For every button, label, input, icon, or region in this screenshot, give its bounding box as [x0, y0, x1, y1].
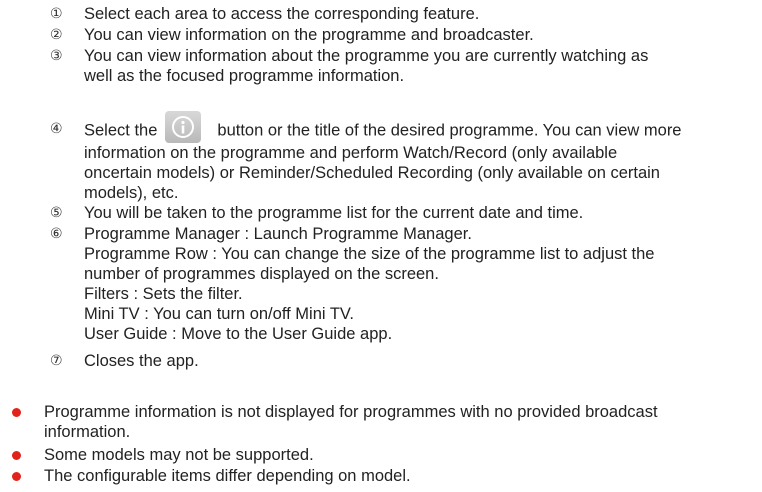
note-text: Programme information is not displayed f… [44, 402, 744, 442]
step-text-after-icon: button or the title of the desired progr… [217, 121, 682, 140]
step-number: ④ [50, 121, 63, 137]
step-line: You can view information about the progr… [84, 47, 649, 65]
step-number: ⑦ [50, 353, 63, 369]
step-number: ⑥ [50, 226, 63, 242]
step-text: You will be taken to the programme list … [84, 203, 734, 223]
step-text: Select the button or the title of the de… [84, 111, 734, 203]
step-line: models), etc. [84, 184, 179, 202]
step-text: You can view information about the progr… [84, 46, 734, 86]
step-text-before-icon: Select the [84, 121, 158, 140]
step-number: ② [50, 27, 63, 43]
step-line: Select each area to access the correspon… [84, 5, 480, 23]
note-line: information. [44, 423, 131, 441]
step-text: Closes the app. [84, 351, 734, 371]
step-line: oncertain models) or Reminder/Scheduled … [84, 164, 660, 182]
note-text: The configurable items differ depending … [44, 466, 744, 486]
step-line: User Guide : Move to the User Guide app. [84, 325, 393, 343]
step-line: Programme Row : You can change the size … [84, 245, 655, 263]
step-text: Select each area to access the correspon… [84, 4, 734, 24]
step-number: ③ [50, 48, 63, 64]
bullet-icon [12, 451, 21, 460]
step-text: You can view information on the programm… [84, 25, 734, 45]
step-number: ① [50, 6, 63, 22]
step-line: Filters : Sets the filter. [84, 285, 243, 303]
note-line: The configurable items differ depending … [44, 467, 411, 485]
step-line: well as the focused programme informatio… [84, 67, 405, 85]
step-line: Mini TV : You can turn on/off Mini TV. [84, 305, 354, 323]
note-text: Some models may not be supported. [44, 445, 744, 465]
note-line: Programme information is not displayed f… [44, 403, 658, 421]
note-line: Some models may not be supported. [44, 446, 314, 464]
step-text: Programme Manager : Launch Programme Man… [84, 224, 734, 344]
step-line: You will be taken to the programme list … [84, 204, 584, 222]
step-line: number of programmes displayed on the sc… [84, 265, 439, 283]
step-number: ⑤ [50, 205, 63, 221]
bullet-icon [12, 472, 21, 481]
info-icon [165, 111, 202, 143]
step-line: Programme Manager : Launch Programme Man… [84, 225, 472, 243]
instruction-page: ① Select each area to access the corresp… [0, 0, 762, 492]
step-line: You can view information on the programm… [84, 26, 534, 44]
bullet-icon [12, 408, 21, 417]
step-line: information on the programme and perform… [84, 144, 618, 162]
step-line: Select the button or the title of the de… [84, 111, 734, 143]
step-line: Closes the app. [84, 352, 199, 370]
